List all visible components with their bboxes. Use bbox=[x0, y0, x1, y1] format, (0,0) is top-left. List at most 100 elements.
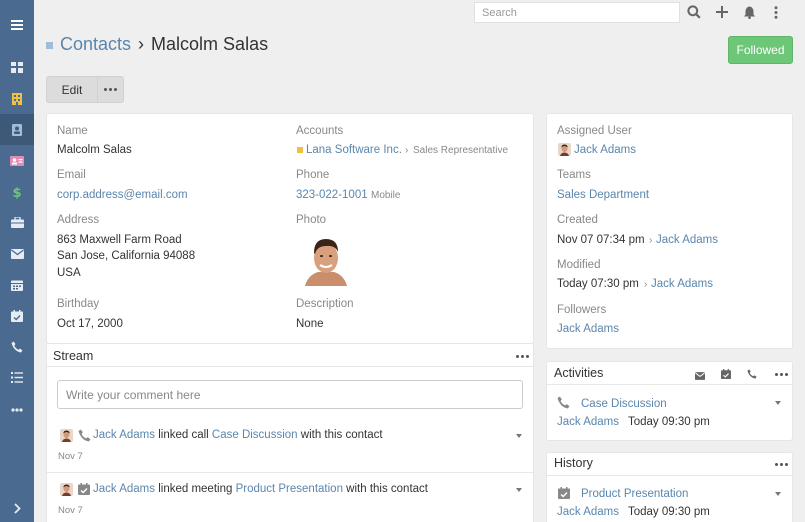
activity-item-link[interactable]: Case Discussion bbox=[581, 396, 667, 412]
opportunities-dollar-icon[interactable]: $ bbox=[0, 176, 34, 207]
phone-type: Mobile bbox=[371, 190, 401, 201]
follower-link[interactable]: Jack Adams bbox=[557, 321, 619, 337]
cases-briefcase-icon[interactable] bbox=[0, 207, 34, 238]
call-phone-icon bbox=[78, 429, 91, 445]
name-label: Name bbox=[57, 125, 88, 137]
stream-target-link[interactable]: Case Discussion bbox=[212, 429, 298, 441]
address-line-1: 863 Maxwell Farm Road bbox=[57, 234, 182, 246]
modified-label: Modified bbox=[557, 259, 601, 271]
search-icon[interactable] bbox=[685, 3, 703, 21]
entry-dropdown-icon[interactable] bbox=[516, 488, 522, 492]
phone-label: Phone bbox=[296, 169, 330, 181]
followers-label: Followers bbox=[557, 304, 607, 316]
stream-target-link[interactable]: Product Presentation bbox=[236, 483, 343, 495]
modified-by-separator: › bbox=[644, 279, 648, 290]
meeting-calendar-check-icon bbox=[558, 487, 570, 502]
user-avatar[interactable] bbox=[60, 429, 73, 442]
entry-dropdown-icon[interactable] bbox=[516, 434, 522, 438]
stream-suffix: with this contact bbox=[300, 429, 383, 441]
history-item-link[interactable]: Product Presentation bbox=[581, 486, 688, 502]
followed-button[interactable]: Followed bbox=[728, 36, 793, 64]
record-actions: Edit bbox=[46, 76, 124, 103]
more-actions-button[interactable] bbox=[98, 76, 124, 103]
menu-toggle-icon[interactable] bbox=[0, 9, 34, 40]
email-label: Email bbox=[57, 169, 86, 181]
schedule-meeting-icon[interactable] bbox=[721, 368, 731, 382]
activities-divider bbox=[547, 384, 792, 385]
assigned-user-label: Assigned User bbox=[557, 125, 632, 137]
address-line-2: San Jose, California 94088 bbox=[57, 250, 196, 262]
created-by-separator: › bbox=[649, 235, 653, 246]
stream-divider bbox=[47, 366, 533, 367]
meetings-calendar-check-icon[interactable] bbox=[0, 300, 34, 331]
stream-entry-date: Nov 7 bbox=[58, 451, 83, 462]
dashboard-icon[interactable] bbox=[0, 52, 34, 83]
address-label: Address bbox=[57, 214, 100, 226]
contact-photo[interactable] bbox=[305, 234, 347, 286]
account-role-separator: › bbox=[405, 145, 409, 156]
stream-suffix: with this contact bbox=[346, 483, 428, 495]
record-name: Malcolm Salas bbox=[151, 34, 269, 54]
email-link[interactable]: corp.address@email.com bbox=[57, 187, 188, 203]
stream-entry-date: Nov 7 bbox=[58, 505, 83, 516]
tasks-list-icon[interactable] bbox=[0, 362, 34, 393]
ellipsis-icon bbox=[104, 88, 117, 91]
compose-email-icon[interactable] bbox=[695, 369, 705, 383]
created-by-link[interactable]: Jack Adams bbox=[656, 232, 718, 248]
history-title: History bbox=[554, 456, 593, 470]
stream-entry-text: Jack Adams linked call Case Discussion w… bbox=[93, 429, 383, 441]
activity-time: Today 09:30 pm bbox=[628, 416, 710, 428]
activities-menu-icon[interactable] bbox=[775, 373, 788, 376]
page-title: Contacts › Malcolm Salas bbox=[46, 34, 268, 55]
birthday-label: Birthday bbox=[57, 298, 100, 310]
email-envelope-icon[interactable] bbox=[0, 238, 34, 269]
menu-kebab-icon[interactable] bbox=[767, 3, 785, 21]
edit-button[interactable]: Edit bbox=[46, 76, 98, 103]
call-phone-icon bbox=[557, 396, 570, 412]
birthday-value: Oct 17, 2000 bbox=[57, 318, 123, 330]
photo-label: Photo bbox=[296, 214, 327, 226]
stream-user-link[interactable]: Jack Adams bbox=[93, 483, 155, 495]
phone-link[interactable]: 323-022-1001 bbox=[296, 187, 368, 203]
activity-dropdown-icon[interactable] bbox=[775, 401, 781, 405]
stream-entry-divider bbox=[47, 472, 533, 473]
team-link[interactable]: Sales Department bbox=[557, 187, 649, 203]
account-marker-icon bbox=[297, 147, 303, 153]
stream-entry-text: Jack Adams linked meeting Product Presen… bbox=[93, 483, 428, 495]
modified-by-link[interactable]: Jack Adams bbox=[651, 276, 713, 292]
user-avatar[interactable] bbox=[60, 483, 73, 496]
created-label: Created bbox=[557, 214, 598, 226]
calendar-icon[interactable] bbox=[0, 269, 34, 300]
name-value: Malcolm Salas bbox=[57, 144, 132, 156]
contacts-icon[interactable] bbox=[0, 114, 34, 145]
description-value: None bbox=[296, 318, 324, 330]
assigned-user-link[interactable]: Jack Adams bbox=[574, 142, 636, 158]
leads-card-icon[interactable] bbox=[0, 145, 34, 176]
account-link[interactable]: Lana Software Inc. bbox=[306, 142, 402, 158]
expand-sidebar-chevron-icon[interactable] bbox=[0, 493, 34, 522]
stream-user-link[interactable]: Jack Adams bbox=[93, 429, 155, 441]
breadcrumb-separator: › bbox=[138, 34, 145, 54]
activity-user-link[interactable]: Jack Adams bbox=[557, 414, 619, 430]
stream-menu-icon[interactable] bbox=[516, 355, 529, 358]
history-time: Today 09:30 pm bbox=[628, 506, 710, 518]
quick-create-plus-icon[interactable] bbox=[713, 3, 731, 21]
breadcrumb-contacts[interactable]: Contacts bbox=[60, 34, 131, 55]
description-label: Description bbox=[296, 298, 354, 310]
history-dropdown-icon[interactable] bbox=[775, 492, 781, 496]
notifications-bell-icon[interactable] bbox=[740, 3, 758, 21]
accounts-label: Accounts bbox=[296, 125, 344, 137]
history-user-link[interactable]: Jack Adams bbox=[557, 504, 619, 520]
history-divider bbox=[547, 475, 792, 476]
search-input[interactable]: Search bbox=[474, 2, 680, 23]
comment-input[interactable]: Write your comment here bbox=[57, 380, 523, 409]
svg-text:$: $ bbox=[12, 186, 21, 199]
more-modules-icon[interactable] bbox=[0, 394, 34, 425]
user-avatar bbox=[558, 143, 571, 156]
contacts-color-icon bbox=[46, 42, 53, 49]
accounts-building-icon[interactable] bbox=[0, 83, 34, 114]
history-menu-icon[interactable] bbox=[775, 463, 788, 466]
sidebar: $ bbox=[0, 0, 34, 522]
log-call-icon[interactable] bbox=[747, 368, 757, 382]
calls-phone-icon[interactable] bbox=[0, 331, 34, 362]
